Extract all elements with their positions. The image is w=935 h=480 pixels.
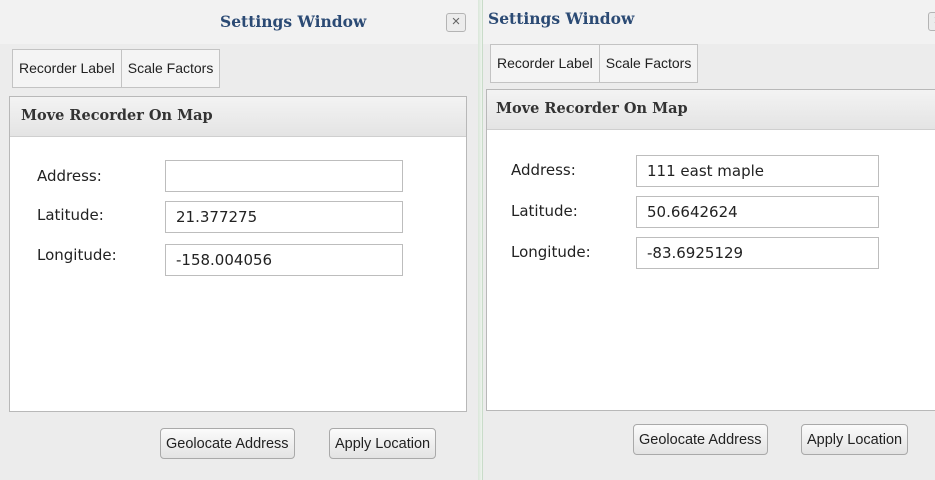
- settings-window-left: Settings Window × Recorder Label Scale F…: [0, 0, 478, 480]
- tab-scale-factors[interactable]: Scale Factors: [600, 45, 698, 82]
- tab-bar: Recorder Label Scale Factors: [12, 49, 221, 88]
- title-bar: Settings Window ×: [0, 0, 478, 44]
- section-title: Move Recorder On Map: [10, 97, 466, 137]
- tab-recorder-label[interactable]: Recorder Label: [491, 45, 600, 82]
- longitude-input[interactable]: [165, 244, 403, 276]
- move-recorder-section: Move Recorder On Map Address: Latitude: …: [9, 96, 467, 412]
- title-bar: Settings Window ×: [483, 0, 935, 44]
- tab-recorder-label[interactable]: Recorder Label: [13, 50, 122, 87]
- address-input[interactable]: [636, 155, 879, 187]
- move-recorder-section: Move Recorder On Map Address: Latitude: …: [486, 89, 935, 411]
- tab-bar: Recorder Label Scale Factors: [490, 44, 699, 83]
- geolocate-address-button[interactable]: Geolocate Address: [633, 424, 768, 455]
- longitude-label: Longitude:: [37, 246, 117, 264]
- section-title: Move Recorder On Map: [487, 90, 935, 130]
- latitude-label: Latitude:: [37, 206, 104, 224]
- address-label: Address:: [511, 161, 576, 179]
- latitude-input[interactable]: [165, 201, 403, 233]
- settings-window-right: Settings Window × Recorder Label Scale F…: [482, 0, 935, 480]
- tab-scale-factors[interactable]: Scale Factors: [122, 50, 220, 87]
- longitude-label: Longitude:: [511, 243, 591, 261]
- apply-location-button[interactable]: Apply Location: [329, 428, 437, 459]
- longitude-input[interactable]: [636, 237, 879, 269]
- latitude-input[interactable]: [636, 196, 879, 228]
- latitude-label: Latitude:: [511, 202, 578, 220]
- apply-location-button[interactable]: Apply Location: [801, 424, 909, 455]
- address-label: Address:: [37, 167, 102, 185]
- window-title: Settings Window: [220, 12, 367, 31]
- geolocate-address-button[interactable]: Geolocate Address: [160, 428, 295, 459]
- close-icon[interactable]: ×: [928, 12, 935, 31]
- address-input[interactable]: [165, 160, 403, 192]
- close-icon[interactable]: ×: [446, 13, 466, 32]
- window-title: Settings Window: [488, 9, 635, 28]
